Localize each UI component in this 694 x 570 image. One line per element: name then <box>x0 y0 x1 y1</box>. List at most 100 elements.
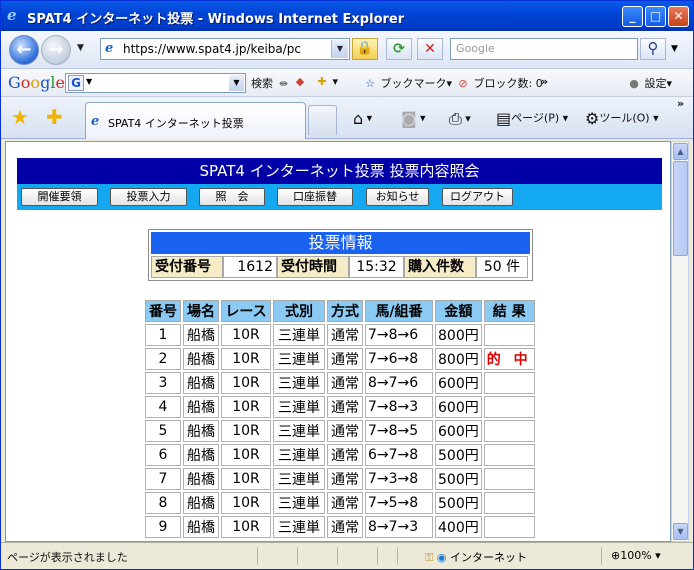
tab-spat4[interactable]: e SPAT4 インターネット投票 <box>85 102 306 139</box>
bookmarks-button[interactable]: ☆ ブックマーク▾ <box>363 75 452 91</box>
security-zone[interactable]: ⚿ ◉ インターネット <box>425 549 527 565</box>
scroll-down-arrow-icon[interactable]: ▼ <box>673 523 688 540</box>
cell-method: 通常 <box>327 348 363 370</box>
window-title: SPAT4 インターネット投票 - Windows Internet Explo… <box>27 12 405 27</box>
page-icon: e <box>105 41 114 56</box>
lock-icon[interactable]: 🔒 <box>352 38 378 60</box>
search-button[interactable]: ⚲ <box>640 38 666 60</box>
popup-blocker-button[interactable]: ⊘ ブロック数: 0 <box>456 75 542 91</box>
cell-method: 通常 <box>327 444 363 466</box>
col-bet-type: 式別 <box>273 300 325 322</box>
cell-result <box>483 420 535 442</box>
menu-button-inquiry[interactable]: 照 会 <box>199 188 265 206</box>
address-bar[interactable]: e https://www.spat4.jp/keiba/pc ▼ <box>100 38 350 60</box>
bet-info-row: 受付番号 1612 受付時間 15:32 購入件数 50 件 <box>151 256 530 278</box>
scroll-thumb[interactable] <box>673 161 688 256</box>
print-button[interactable]: ⎙ ▾ <box>449 109 471 129</box>
favorites-star-icon[interactable]: ★ <box>11 106 29 128</box>
cell-number: 1 <box>145 324 181 346</box>
cell-combination: 7→6→8 <box>365 348 433 370</box>
new-tab-button[interactable] <box>308 105 337 135</box>
zoom-icon: ⊕ <box>611 549 621 562</box>
status-divider <box>257 547 258 565</box>
cell-bet-type: 三連単 <box>273 348 325 370</box>
cell-number: 2 <box>145 348 181 370</box>
more-tools-chevron[interactable]: » <box>541 75 548 88</box>
address-url[interactable]: https://www.spat4.jp/keiba/pc <box>123 42 301 56</box>
cell-result <box>483 396 535 418</box>
status-divider <box>377 547 378 565</box>
bookmark-star-icon: ☆ <box>365 77 375 90</box>
home-button[interactable]: ⌂ ▾ <box>353 109 372 128</box>
col-number: 番号 <box>145 300 181 322</box>
cell-result <box>483 324 535 346</box>
search-options-dropdown[interactable]: ▼ <box>671 44 678 54</box>
minimize-button[interactable]: _ <box>622 6 643 27</box>
back-button[interactable]: ← <box>9 35 39 65</box>
col-amount: 金額 <box>435 300 482 322</box>
search-input[interactable]: Google <box>450 38 638 60</box>
purchase-count-label: 購入件数 <box>404 256 476 278</box>
cell-race: 10R <box>221 444 271 466</box>
cell-number: 5 <box>145 420 181 442</box>
google-search-field[interactable]: G ▼ ▼ <box>65 73 246 93</box>
table-row: 1 船橋 10R 三連単 通常 7→8→6 800円 <box>145 324 535 346</box>
receipt-no-label: 受付番号 <box>151 256 223 278</box>
globe-icon: ◉ <box>436 551 447 564</box>
stop-button[interactable]: ✕ <box>417 38 443 60</box>
zoom-control[interactable]: ⊕100% ▾ <box>611 549 661 562</box>
menu-button-bet-input[interactable]: 投票入力 <box>110 188 187 206</box>
cell-method: 通常 <box>327 492 363 514</box>
menu-button-news[interactable]: お知らせ <box>366 188 429 206</box>
tab-label: SPAT4 インターネット投票 <box>108 117 244 130</box>
cell-number: 6 <box>145 444 181 466</box>
cell-bet-type: 三連単 <box>273 396 325 418</box>
forward-button[interactable]: → <box>41 35 71 65</box>
cell-bet-type: 三連単 <box>273 420 325 442</box>
cell-venue: 船橋 <box>183 516 219 538</box>
add-favorites-icon[interactable]: ✚ <box>46 106 63 128</box>
menu-button-logout[interactable]: ログアウト <box>442 188 513 206</box>
google-search-button[interactable]: 検索 ⇼ <box>251 75 291 91</box>
menu-button-account-transfer[interactable]: 口座振替 <box>277 188 353 206</box>
tools-menu[interactable]: ⚙ツール(O) ▾ <box>585 109 659 128</box>
cell-result <box>483 492 535 514</box>
bets-header-row: 番号 場名 レース 式別 方式 馬/組番 金額 結 果 <box>145 300 535 322</box>
cell-amount: 800円 <box>435 348 482 370</box>
cell-venue: 船橋 <box>183 492 219 514</box>
vertical-scrollbar[interactable]: ▲ ▼ <box>671 141 689 542</box>
google-g-icon: G <box>68 75 84 91</box>
feeds-button[interactable]: ◙ ▾ <box>401 109 426 128</box>
cell-amount: 500円 <box>435 444 482 466</box>
bet-info-table: 投票情報 受付番号 1612 受付時間 15:32 購入件数 50 件 <box>148 229 533 281</box>
maximize-button[interactable]: □ <box>645 6 666 27</box>
cell-amount: 600円 <box>435 396 482 418</box>
page-menu-icon: ▤ <box>496 109 512 128</box>
menu-button-schedule[interactable]: 開催要領 <box>21 188 98 206</box>
recent-pages-dropdown[interactable]: ▼ <box>77 43 84 53</box>
google-search-dropdown[interactable]: ▼ <box>229 75 244 91</box>
status-divider <box>601 547 602 565</box>
cell-number: 4 <box>145 396 181 418</box>
cell-bet-type: 三連単 <box>273 372 325 394</box>
cell-method: 通常 <box>327 420 363 442</box>
cell-race: 10R <box>221 324 271 346</box>
address-dropdown[interactable]: ▼ <box>331 40 348 58</box>
page-title: SPAT4 インターネット投票 投票内容照会 <box>17 158 662 184</box>
scroll-up-arrow-icon[interactable]: ▲ <box>673 143 688 160</box>
table-row: 9 船橋 10R 三連単 通常 8→7→3 400円 <box>145 516 535 538</box>
cell-bet-type: 三連単 <box>273 444 325 466</box>
status-bar: ページが表示されました ⚿ ◉ インターネット ⊕100% ▾ <box>1 542 693 569</box>
close-button[interactable]: ✕ <box>668 6 689 27</box>
tab-ie-icon: e <box>91 114 100 129</box>
refresh-button[interactable]: ⟳ <box>386 38 412 60</box>
cell-number: 7 <box>145 468 181 490</box>
puzzle-icon[interactable]: ✚ ▾ <box>315 75 338 88</box>
page-menu[interactable]: ▤ページ(P) ▾ <box>496 109 568 128</box>
zone-label: インターネット <box>449 551 527 564</box>
more-commands-chevron[interactable]: » <box>677 97 684 110</box>
google-menu-arrow-icon[interactable]: ▼ <box>86 77 92 86</box>
cell-race: 10R <box>221 420 271 442</box>
settings-button[interactable]: ● 設定▾ <box>627 75 672 91</box>
news-icon[interactable]: ◆ <box>293 75 307 88</box>
